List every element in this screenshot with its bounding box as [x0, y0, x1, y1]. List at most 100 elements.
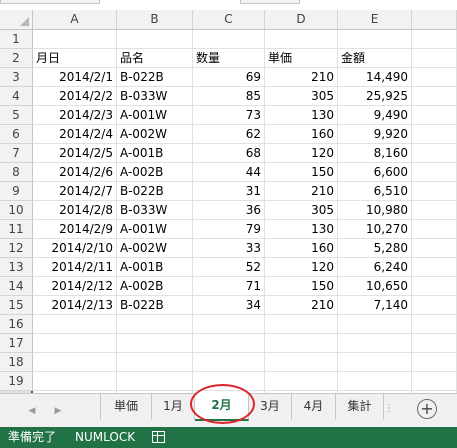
add-sheet-icon[interactable]: +	[417, 399, 437, 419]
row-header[interactable]: 7	[0, 144, 33, 163]
row-header[interactable]: 2	[0, 49, 33, 68]
grid-cell[interactable]	[265, 372, 338, 391]
data-cell[interactable]: 10,270	[338, 220, 412, 239]
column-header-d[interactable]: D	[265, 10, 338, 30]
grid-cell[interactable]	[412, 49, 457, 68]
row-header[interactable]: 10	[0, 201, 33, 220]
data-cell[interactable]: 210	[265, 68, 338, 87]
grid-cell[interactable]	[193, 334, 265, 353]
worksheet-grid[interactable]: A B C D E 1 2 月日 品名 数量 単価 金額 3 2014/2/1 B-022B 69 210 14,…	[0, 0, 457, 393]
data-cell[interactable]: 120	[265, 144, 338, 163]
data-cell[interactable]: 160	[265, 125, 338, 144]
row-header[interactable]: 4	[0, 87, 33, 106]
row-header[interactable]: 1	[0, 30, 33, 49]
data-cell[interactable]: 210	[265, 182, 338, 201]
data-cell[interactable]: 2014/2/12	[33, 277, 117, 296]
data-cell[interactable]: 2014/2/4	[33, 125, 117, 144]
row-header[interactable]: 12	[0, 239, 33, 258]
data-cell[interactable]: 33	[193, 239, 265, 258]
data-cell[interactable]: 73	[193, 106, 265, 125]
row-header[interactable]: 8	[0, 163, 33, 182]
data-cell[interactable]: 68	[193, 144, 265, 163]
data-cell[interactable]: 305	[265, 87, 338, 106]
data-cell[interactable]: 14,490	[338, 68, 412, 87]
row-header[interactable]: 17	[0, 334, 33, 353]
grid-cell[interactable]	[338, 353, 412, 372]
data-cell[interactable]: 6,240	[338, 258, 412, 277]
grid-cell[interactable]	[412, 201, 457, 220]
column-header-b[interactable]: B	[117, 10, 193, 30]
grid-cell[interactable]	[33, 334, 117, 353]
grid-cell[interactable]	[412, 372, 457, 391]
data-cell[interactable]: 2014/2/6	[33, 163, 117, 182]
data-cell[interactable]: 10,650	[338, 277, 412, 296]
grid-cell[interactable]	[265, 334, 338, 353]
header-cell-product[interactable]: 品名	[117, 49, 193, 68]
data-cell[interactable]: 31	[193, 182, 265, 201]
data-cell[interactable]: B-033W	[117, 87, 193, 106]
data-cell[interactable]: B-022B	[117, 182, 193, 201]
sheet-tab[interactable]: 集計	[336, 394, 384, 420]
data-cell[interactable]: 130	[265, 106, 338, 125]
grid-cell[interactable]	[338, 334, 412, 353]
grid-cell[interactable]	[412, 106, 457, 125]
data-cell[interactable]: 9,920	[338, 125, 412, 144]
data-cell[interactable]: 2014/2/11	[33, 258, 117, 277]
row-header[interactable]: 3	[0, 68, 33, 87]
data-cell[interactable]: 2014/2/13	[33, 296, 117, 315]
data-cell[interactable]: 2014/2/10	[33, 239, 117, 258]
column-header-c[interactable]: C	[193, 10, 265, 30]
sheet-tab[interactable]: 3月	[249, 394, 292, 420]
data-cell[interactable]: 79	[193, 220, 265, 239]
data-cell[interactable]: 2014/2/7	[33, 182, 117, 201]
column-header-f[interactable]	[412, 10, 457, 30]
header-cell-unit-price[interactable]: 単価	[265, 49, 338, 68]
data-cell[interactable]: 2014/2/1	[33, 68, 117, 87]
grid-cell[interactable]	[193, 372, 265, 391]
data-cell[interactable]: 71	[193, 277, 265, 296]
grid-cell[interactable]	[412, 315, 457, 334]
row-header[interactable]: 11	[0, 220, 33, 239]
grid-cell[interactable]	[412, 182, 457, 201]
data-cell[interactable]: 8,160	[338, 144, 412, 163]
data-cell[interactable]: B-033W	[117, 201, 193, 220]
data-cell[interactable]: 5,280	[338, 239, 412, 258]
grid-cell[interactable]	[338, 30, 412, 49]
data-cell[interactable]: 6,510	[338, 182, 412, 201]
grid-cell[interactable]	[412, 296, 457, 315]
grid-cell[interactable]	[193, 30, 265, 49]
data-cell[interactable]: 7,140	[338, 296, 412, 315]
data-cell[interactable]: A-001B	[117, 144, 193, 163]
header-cell-date[interactable]: 月日	[33, 49, 117, 68]
grid-cell[interactable]	[117, 334, 193, 353]
grid-cell[interactable]	[33, 372, 117, 391]
grid-cell[interactable]	[117, 353, 193, 372]
data-cell[interactable]: 9,490	[338, 106, 412, 125]
grid-cell[interactable]	[265, 315, 338, 334]
grid-cell[interactable]	[338, 315, 412, 334]
data-cell[interactable]: A-002B	[117, 277, 193, 296]
data-cell[interactable]: A-002B	[117, 163, 193, 182]
data-cell[interactable]: 44	[193, 163, 265, 182]
data-cell[interactable]: A-002W	[117, 125, 193, 144]
data-cell[interactable]: 52	[193, 258, 265, 277]
data-cell[interactable]: 2014/2/9	[33, 220, 117, 239]
grid-cell[interactable]	[117, 30, 193, 49]
row-header[interactable]: 19	[0, 372, 33, 391]
data-cell[interactable]: 2014/2/3	[33, 106, 117, 125]
data-cell[interactable]: B-022B	[117, 68, 193, 87]
column-header-a[interactable]: A	[33, 10, 117, 30]
data-cell[interactable]: 62	[193, 125, 265, 144]
grid-cell[interactable]	[412, 334, 457, 353]
data-cell[interactable]: 34	[193, 296, 265, 315]
grid-cell[interactable]	[117, 315, 193, 334]
data-cell[interactable]: 2014/2/5	[33, 144, 117, 163]
row-header[interactable]: 15	[0, 296, 33, 315]
grid-cell[interactable]	[338, 372, 412, 391]
grid-cell[interactable]	[412, 125, 457, 144]
header-cell-amount[interactable]: 金額	[338, 49, 412, 68]
data-cell[interactable]: 25,925	[338, 87, 412, 106]
data-cell[interactable]: 305	[265, 201, 338, 220]
data-cell[interactable]: 150	[265, 163, 338, 182]
data-cell[interactable]: 120	[265, 258, 338, 277]
